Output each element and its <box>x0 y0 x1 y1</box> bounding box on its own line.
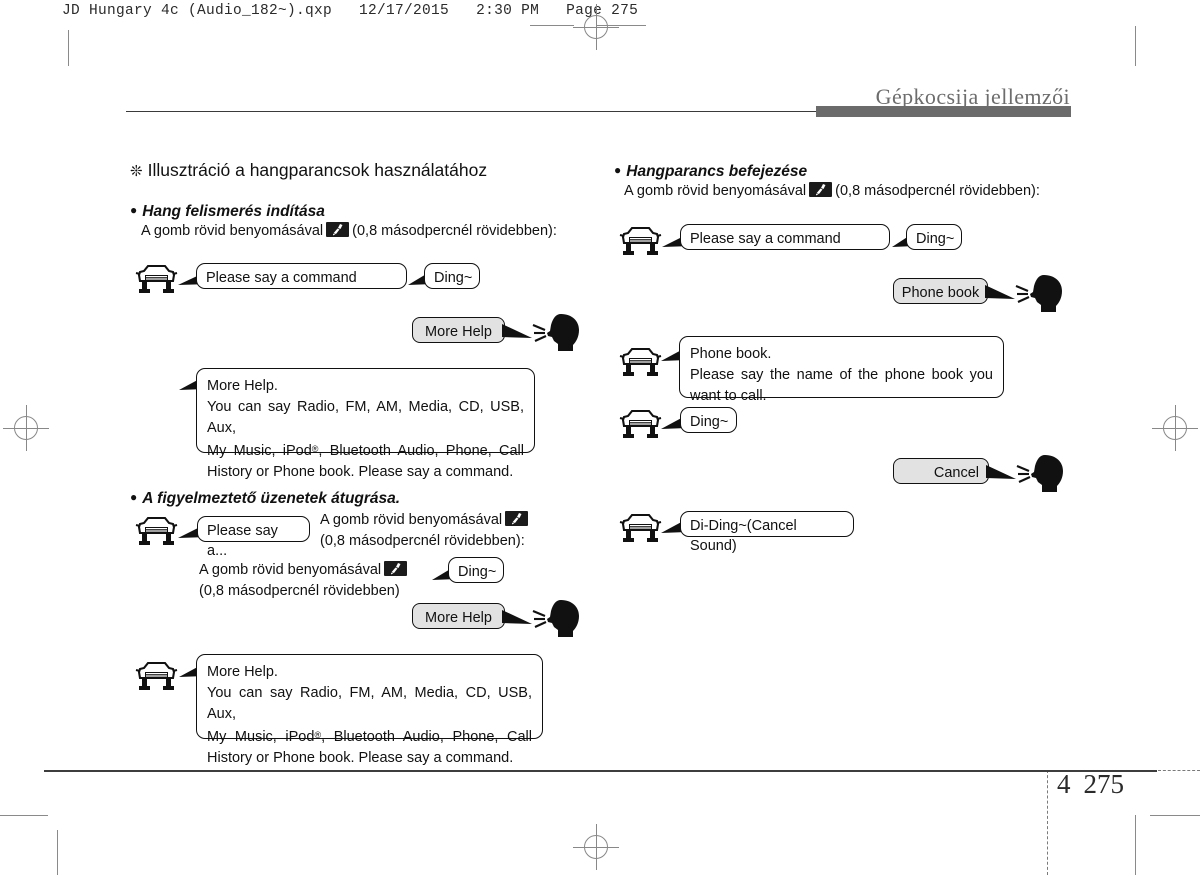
registration-mark-left <box>3 405 49 451</box>
help-line-4: History or Phone book. Please say a comm… <box>207 464 514 480</box>
bubble-please-say-a-command: Please say a command <box>196 263 407 289</box>
registration-mark-bottom <box>573 824 619 870</box>
bullet-heading-voice-start: ● Hang felismerés indítása <box>130 203 325 221</box>
help-line-2: You can say Radio, FM, AM, Media, CD, US… <box>207 399 524 436</box>
voice-command-button-icon <box>384 561 408 576</box>
speaking-head-icon <box>528 597 586 639</box>
instruction-skip-warnings-2-line2: (0,8 másodpercnél rövidebben) <box>199 583 400 599</box>
car-front-icon <box>618 409 663 443</box>
instruction-voice-start: A gomb rövid benyomásával (0,8 másodpercn… <box>141 222 557 241</box>
bubble-more-help-detail-2: More Help. You can say Radio, FM, AM, Me… <box>196 654 543 766</box>
section-heading: ❊ Illusztráció a hangparancsok használatá… <box>130 160 487 181</box>
car-front-icon <box>134 516 179 550</box>
registration-mark-top <box>573 4 619 50</box>
speaking-head-icon <box>1012 452 1070 494</box>
bullet-dot-icon: ● <box>614 163 622 177</box>
phone-book-prompt-line-1: Phone book. <box>690 346 772 362</box>
speaking-head-icon <box>528 311 586 353</box>
fold-mark-bottom <box>1047 770 1048 875</box>
bubble-please-say-a-truncated: Please say a... <box>197 516 310 559</box>
car-front-icon <box>134 264 179 298</box>
car-front-icon <box>134 661 179 695</box>
bubble-ding-right-1: Ding~ <box>906 224 962 250</box>
instruction-voice-end-before: A gomb rövid benyomásával <box>624 183 807 199</box>
phone-book-prompt-line-2: Please say the name of the phone book yo… <box>690 367 993 383</box>
page-number: 275 <box>1083 769 1125 799</box>
fold-mark-bottom-right <box>1158 770 1200 771</box>
instruction-voice-end: A gomb rövid benyomásával (0,8 másodpercn… <box>624 182 1040 201</box>
instruction-voice-start-after: (0,8 másodpercnél rövidebben): <box>352 223 557 239</box>
bubble-more-help-detail-1: More Help. You can say Radio, FM, AM, Me… <box>196 368 535 480</box>
crop-mark-left-bottom <box>57 830 58 875</box>
instruction-voice-end-after: (0,8 másodpercnél rövidebben): <box>835 183 1040 199</box>
bullet-heading-voice-start-label: Hang felismerés indítása <box>142 203 325 220</box>
crop-mark-left-top <box>68 30 69 66</box>
bullet-heading-voice-end-label: Hangparancs befejezése <box>626 163 808 180</box>
bubble-cancel-spoken: Cancel <box>893 458 989 484</box>
help-line-1: More Help. <box>207 378 278 394</box>
instruction-skip-warnings-1-line1: A gomb rövid benyomásával <box>320 510 531 531</box>
instruction-voice-start-before: A gomb rövid benyomásával <box>141 223 324 239</box>
instruction-skip-warnings-1-line2: (0,8 másodpercnél rövidebben): <box>320 533 525 549</box>
instruction-skip-warnings-2-line1: A gomb rövid benyomásával <box>199 560 410 581</box>
bullet-heading-skip-warnings: ● A figyelmeztető üzenetek átugrása. <box>130 490 400 508</box>
phone-book-prompt-line-3: want to call. <box>690 388 767 404</box>
help-line-2: You can say Radio, FM, AM, Media, CD, US… <box>207 685 532 722</box>
bubble-please-say-a-command-right: Please say a command <box>680 224 890 250</box>
section-heading-label: Illusztráció a hangparancsok használatáh… <box>147 160 488 180</box>
instr-text: A gomb rövid benyomásával <box>320 512 503 528</box>
instr-text: A gomb rövid benyomásával <box>199 562 382 578</box>
bullet-dot-icon: ● <box>130 203 138 217</box>
bubble-ding-skip: Ding~ <box>448 557 504 583</box>
title-rule <box>126 111 816 112</box>
bubble-phone-book-spoken: Phone book <box>893 278 988 304</box>
help-line-3: My Music, iPod®, Bluetooth Audio, Phone,… <box>207 443 524 459</box>
bullet-heading-skip-warnings-label: A figyelmeztető üzenetek átugrása. <box>142 490 401 507</box>
crop-mark-right-top <box>1135 26 1136 66</box>
bullet-dot-icon: ● <box>130 490 138 504</box>
car-front-icon <box>618 347 663 381</box>
footer-rule <box>44 770 1157 772</box>
title-rule-accent <box>816 106 1071 117</box>
speaking-head-icon <box>1011 272 1069 314</box>
page-footer: 4 275 <box>1057 769 1124 800</box>
voice-command-button-icon <box>809 182 833 197</box>
crop-mark-right-bottom <box>1135 815 1136 875</box>
crop-rule-top <box>596 25 646 26</box>
car-front-icon <box>618 513 663 547</box>
bubble-phone-book-prompt: Phone book. Please say the name of the p… <box>679 336 1004 404</box>
bubble-di-ding-cancel-sound: Di-Ding~(Cancel Sound) <box>680 511 854 554</box>
car-front-icon <box>618 226 663 260</box>
bullet-heading-voice-end: ● Hangparancs befejezése <box>614 163 807 181</box>
registration-mark-right <box>1152 405 1198 451</box>
help-line-3: My Music, iPod®, Bluetooth Audio, Phone,… <box>207 729 532 745</box>
asterisk-icon: ❊ <box>130 163 143 180</box>
bubble-ding: Ding~ <box>424 263 480 289</box>
instruction-skip-warnings-2: A gomb rövid benyomásával (0,8 másodperc… <box>199 560 410 602</box>
crop-rule-top-left <box>530 25 574 26</box>
print-header: JD Hungary 4c (Audio_182~).qxp 12/17/201… <box>62 3 639 19</box>
help-line-4: History or Phone book. Please say a comm… <box>207 750 514 766</box>
voice-command-button-icon <box>326 222 350 237</box>
crop-mark-right-mid <box>1150 815 1200 816</box>
help-line-1: More Help. <box>207 664 278 680</box>
voice-command-button-icon <box>505 511 529 526</box>
crop-mark-left-mid <box>0 815 48 816</box>
chapter-number: 4 <box>1057 769 1071 799</box>
instruction-skip-warnings-1: A gomb rövid benyomásával (0,8 másodperc… <box>320 510 531 552</box>
bubble-ding-right-2: Ding~ <box>680 407 737 433</box>
bubble-more-help-spoken-2: More Help <box>412 603 505 629</box>
bubble-more-help-spoken: More Help <box>412 317 505 343</box>
